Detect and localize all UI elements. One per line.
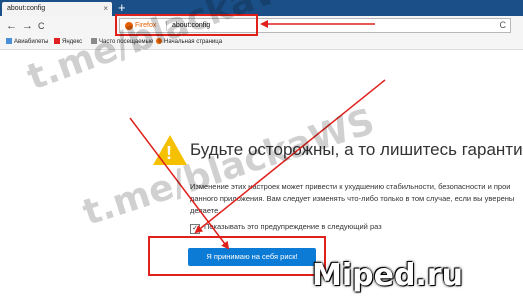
reload-icon[interactable]: C [38,19,45,33]
urlbar-reload-icon[interactable]: C [500,19,507,32]
close-tab-icon[interactable]: × [103,2,108,16]
back-arrow-icon[interactable]: ← [6,19,17,33]
warning-description: Изменение этих настроек может привести к… [190,182,515,215]
bookmark-item[interactable]: Авиабилеты [6,36,48,49]
show-warning-label: Показывать это предупреждение в следующи… [204,222,382,231]
tab-about-config[interactable]: about:config × [2,2,112,16]
tab-title: about:config [7,5,46,12]
forward-arrow-icon[interactable]: → [22,19,33,33]
yandex-icon [54,38,60,44]
site-watermark: Miped.ru [312,258,463,293]
show-warning-row[interactable]: ✓ Показывать это предупреждение в следующ… [190,221,382,234]
warning-exclamation-icon: ! [166,143,172,163]
accept-risk-button[interactable]: Я принимаю на себя риск! [188,248,316,266]
new-tab-button[interactable]: + [118,0,126,15]
bookmark-icon [6,38,12,44]
show-warning-checkbox[interactable]: ✓ [190,224,200,234]
